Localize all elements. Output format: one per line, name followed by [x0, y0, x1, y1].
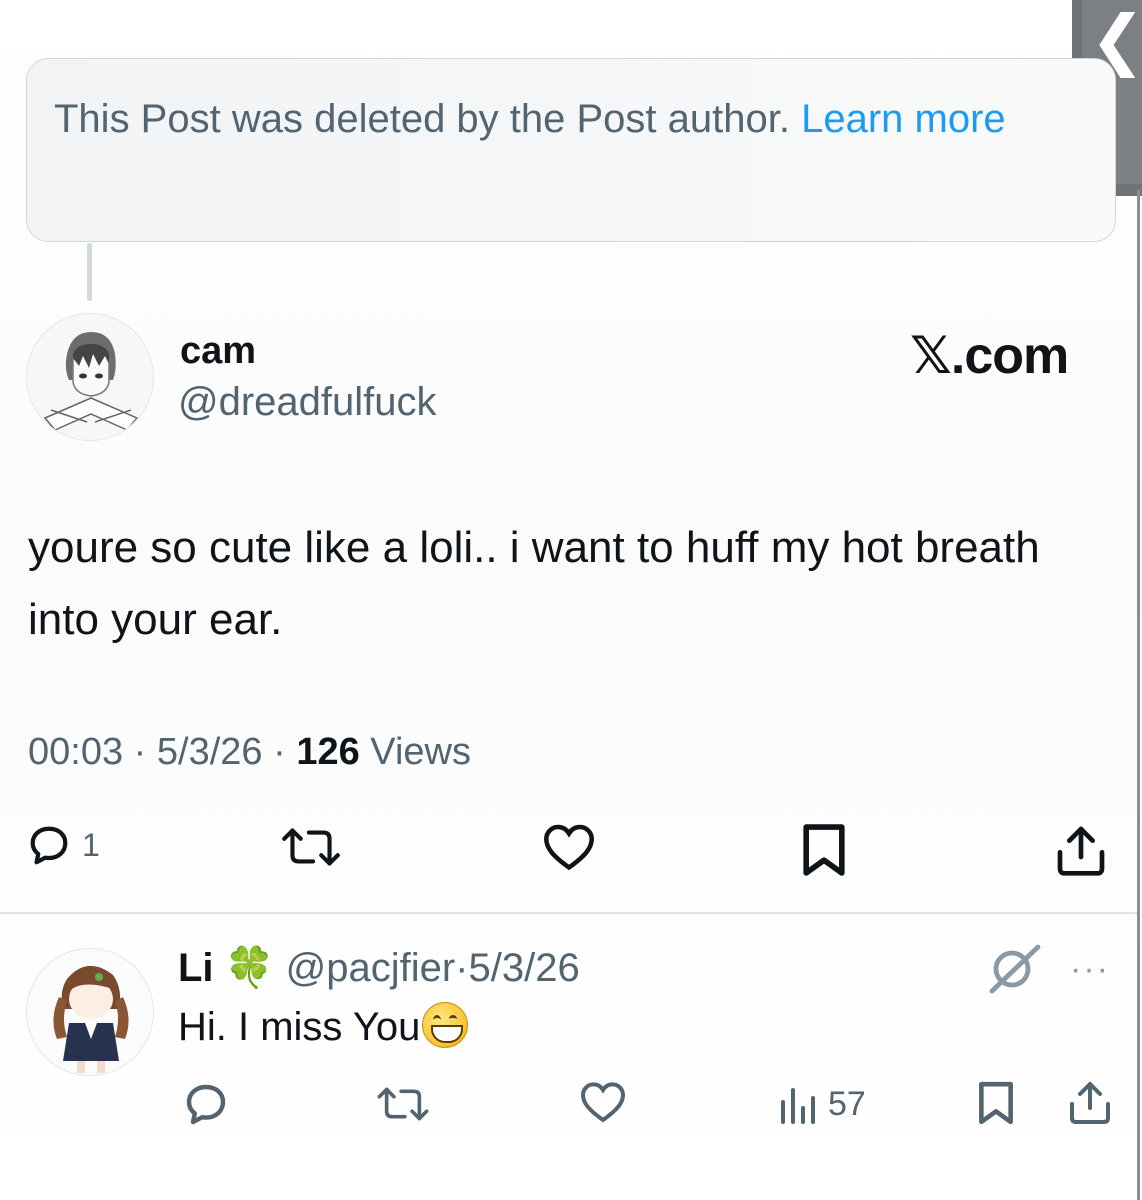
avatar[interactable] — [26, 948, 154, 1076]
bookmark-icon — [803, 824, 845, 876]
views-label: Views — [370, 731, 471, 773]
author-handle[interactable]: @dreadfulfuck — [178, 380, 437, 425]
like-icon — [580, 1082, 626, 1123]
reply-display-name[interactable]: Li — [178, 946, 214, 990]
deleted-post-notice — [26, 58, 1116, 242]
repost-button[interactable] — [276, 824, 346, 870]
bookmark-icon — [979, 1081, 1013, 1125]
divider — [0, 912, 1137, 914]
learn-more-link[interactable]: Learn more — [801, 97, 1006, 141]
reply-message: Hi. I miss You — [178, 1005, 421, 1049]
bookmark-button[interactable] — [798, 822, 850, 878]
reply-icon — [30, 826, 68, 865]
grok-button[interactable] — [986, 944, 1042, 999]
meta-separator: · — [455, 946, 469, 990]
repost-icon — [282, 828, 340, 866]
reply-icon — [186, 1084, 226, 1125]
reply-count: 1 — [82, 826, 100, 863]
grinning-face-emoji — [422, 1002, 469, 1048]
post-text: youre so cute like a loli.. i want to hu… — [28, 523, 1040, 644]
reply-bookmark-button[interactable] — [974, 1080, 1018, 1126]
reply-reply-button[interactable] — [182, 1082, 230, 1126]
deleted-post-notice-text: This Post was deleted by the Post author… — [54, 92, 1034, 146]
reply-repost-button[interactable] — [372, 1084, 434, 1124]
four-leaf-clover-emoji: 🍀 — [224, 946, 275, 990]
like-icon — [543, 824, 595, 871]
meta-separator: · — [273, 731, 297, 773]
views-count: 126 — [296, 731, 360, 773]
views-icon — [781, 1088, 815, 1124]
meta-separator: · — [133, 731, 157, 773]
reply-handle[interactable]: @pacjfier — [286, 946, 456, 990]
reply-views-button[interactable]: 57 — [776, 1082, 866, 1126]
reply-date[interactable]: 5/3/26 — [469, 946, 580, 990]
repost-icon — [377, 1087, 429, 1121]
share-icon — [1070, 1082, 1110, 1124]
author-display-name[interactable]: cam — [180, 330, 256, 373]
share-button[interactable] — [1054, 822, 1108, 878]
reply-header: Li 🍀 @pacjfier·5/3/26 — [178, 944, 580, 991]
scroll-rail — [1137, 190, 1140, 1200]
x-brand-logo: 𝕏.com — [910, 327, 1069, 385]
reply-text: Hi. I miss You — [178, 1002, 469, 1050]
reply-views-count: 57 — [828, 1084, 866, 1123]
grok-icon — [989, 944, 1041, 994]
share-icon — [1057, 826, 1105, 876]
notice-message: This Post was deleted by the Post author… — [54, 97, 802, 141]
like-button[interactable] — [540, 822, 598, 872]
thread-connector-line — [87, 243, 92, 301]
avatar[interactable] — [26, 313, 154, 441]
reply-like-button[interactable] — [578, 1080, 628, 1124]
reply-share-button[interactable] — [1068, 1078, 1112, 1126]
post-metadata: 00:03 · 5/3/26 · 126 Views — [28, 731, 471, 774]
more-icon[interactable]: ··· — [1070, 950, 1110, 989]
post-date[interactable]: 5/3/26 — [157, 731, 263, 773]
post-time[interactable]: 00:03 — [28, 731, 123, 773]
reply-button[interactable]: 1 — [26, 822, 100, 868]
